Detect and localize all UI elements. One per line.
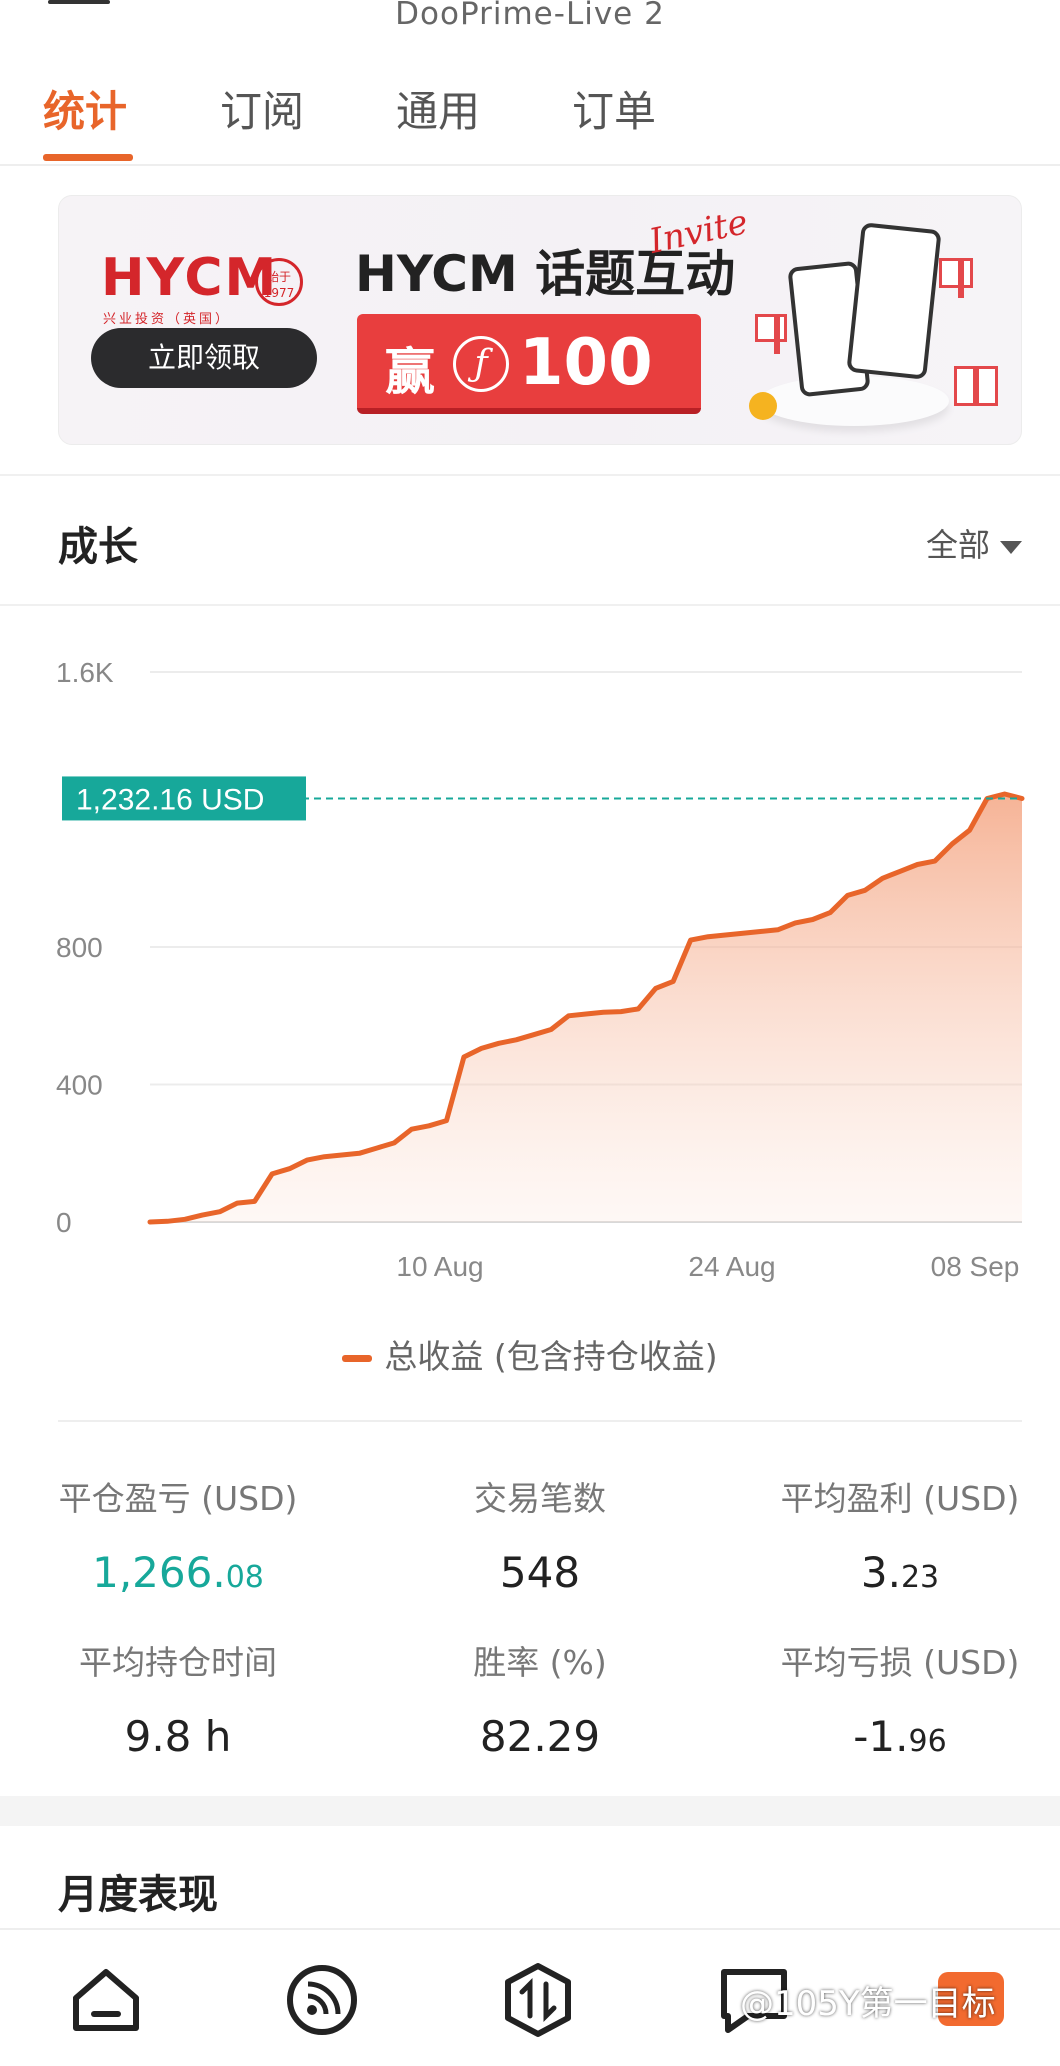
- promo-banner[interactable]: HYCM 兴业投资（英国） 始于 1977 立即领取 HYCM 话题互动 Inv…: [58, 195, 1022, 445]
- legend-label: 总收益 (包含持仓收益): [384, 1337, 718, 1376]
- y-tick-label: 400: [56, 1070, 103, 1101]
- prize-win-label: 赢: [385, 343, 435, 401]
- trade-icon[interactable]: [498, 1960, 578, 2040]
- prize-amount: 100: [519, 326, 653, 400]
- current-value-label: 1,232.16 USD: [76, 783, 264, 816]
- coin-stack-icon: [749, 392, 777, 420]
- stat-value: 3.23: [860, 1548, 940, 1597]
- stat-closed-pnl: 平仓盈亏 (USD) 1,266.08: [18, 1472, 338, 1597]
- claim-now-button[interactable]: 立即领取: [91, 328, 317, 388]
- stat-label: 平均亏损 (USD): [780, 1643, 1020, 1682]
- tab-bar: 统计 订阅 通用 订单: [0, 70, 1060, 166]
- tab-subscribe[interactable]: 订阅: [220, 78, 304, 139]
- stat-value: 9.8 h: [124, 1712, 232, 1761]
- watermark: @105Y第一目标: [740, 1984, 996, 2024]
- stat-value: 1,266.08: [92, 1548, 264, 1597]
- caret-down-icon: [1000, 540, 1022, 554]
- stat-trade-count: 交易笔数 548: [380, 1472, 700, 1597]
- account-title: DooPrime-Live 2: [395, 0, 665, 32]
- stat-win-rate: 胜率 (%) 82.29: [380, 1636, 700, 1761]
- phone-illustration: [846, 222, 942, 380]
- x-tick-label: 24 Aug: [688, 1251, 775, 1282]
- tab-orders[interactable]: 订单: [572, 78, 656, 139]
- stat-label: 平均盈利 (USD): [780, 1479, 1020, 1518]
- stat-avg-profit: 平均盈利 (USD) 3.23: [740, 1472, 1060, 1597]
- divider: [0, 604, 1060, 606]
- divider: [0, 474, 1060, 476]
- gift-icon: [954, 366, 998, 406]
- stat-label: 胜率 (%): [473, 1643, 607, 1682]
- range-dropdown[interactable]: 全部: [926, 520, 1022, 566]
- stat-avg-hold-time: 平均持仓时间 9.8 h: [18, 1636, 338, 1761]
- stats-grid: 平仓盈亏 (USD) 1,266.08 交易笔数 548 平均盈利 (USD) …: [58, 1420, 1022, 1800]
- x-tick-label: 08 Sep: [931, 1251, 1020, 1282]
- top-bar: DooPrime-Live 2: [0, 0, 1060, 40]
- feed-icon[interactable]: [282, 1960, 362, 2040]
- y-tick-label: 0: [56, 1207, 72, 1238]
- chart-legend: 总收益 (包含持仓收益): [0, 1330, 1060, 1378]
- home-icon[interactable]: [66, 1960, 146, 2040]
- chart-area: [150, 794, 1022, 1222]
- since-1977-seal: 始于 1977: [255, 258, 303, 306]
- prize-box: 赢 ƒ 100: [357, 314, 701, 414]
- hycm-logo: HYCM: [101, 248, 279, 308]
- growth-section-title: 成长: [58, 524, 138, 570]
- stat-avg-loss: 平均亏损 (USD) -1.96: [740, 1636, 1060, 1761]
- stat-label: 平均持仓时间: [79, 1643, 277, 1682]
- stat-value: 82.29: [479, 1712, 601, 1761]
- gift-icon: [939, 258, 973, 298]
- gift-icon: [755, 314, 787, 354]
- y-tick-label: 1.6K: [56, 657, 114, 688]
- section-gap: [0, 1796, 1060, 1826]
- x-tick-label: 10 Aug: [396, 1251, 483, 1282]
- tab-statistics[interactable]: 统计: [43, 78, 127, 139]
- y-tick-label: 800: [56, 932, 103, 963]
- growth-chart[interactable]: 0 400 800 1.6K 1,232.16 USD 10 Aug 24 Aug 08 …: [0, 640, 1060, 1300]
- tab-general[interactable]: 通用: [396, 78, 480, 139]
- range-dropdown-value: 全部: [925, 526, 990, 564]
- stat-label: 平仓盈亏 (USD): [58, 1479, 298, 1518]
- monthly-performance-title: 月度表现: [58, 1872, 218, 1918]
- stat-label: 交易笔数: [474, 1479, 606, 1518]
- legend-swatch: [342, 1355, 373, 1362]
- active-tab-indicator: [43, 154, 133, 161]
- stat-value: -1.96: [853, 1712, 947, 1761]
- coin-icon: ƒ: [453, 336, 509, 392]
- hycm-logo-subtitle: 兴业投资（英国）: [103, 312, 232, 327]
- stat-value: 548: [499, 1548, 581, 1597]
